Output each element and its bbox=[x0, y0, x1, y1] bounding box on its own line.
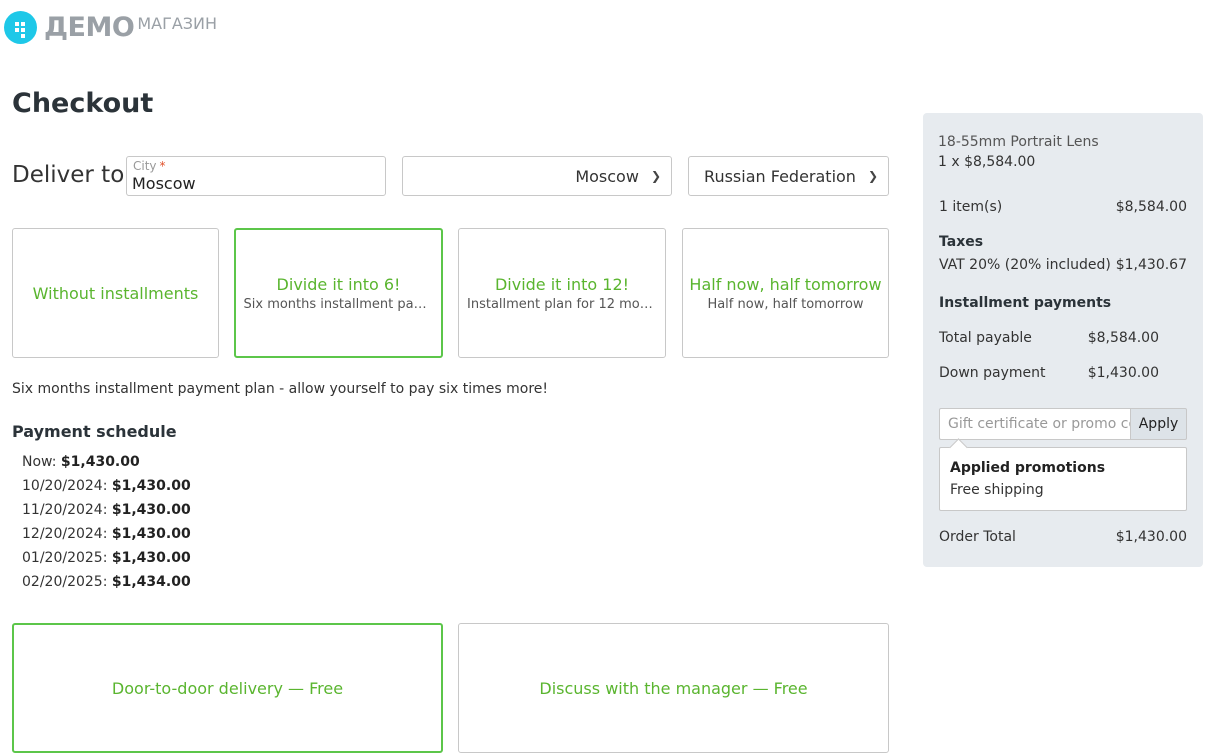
delivery-option-label: Door-to-door delivery — Free bbox=[111, 678, 344, 698]
plan-title: Half now, half tomorrow bbox=[689, 274, 882, 294]
city-select[interactable]: Moscow ❯ bbox=[402, 156, 672, 196]
plan-option-without-installments[interactable]: Without installments bbox=[12, 228, 219, 358]
page-title: Checkout bbox=[12, 88, 154, 119]
schedule-row: 12/20/2024: $1,430.00 bbox=[22, 526, 191, 542]
schedule-row: 02/20/2025: $1,434.00 bbox=[22, 574, 191, 590]
product-quantity: 1 x $8,584.00 bbox=[938, 154, 1036, 170]
payment-schedule-list: Now: $1,430.00 10/20/2024: $1,430.00 11/… bbox=[22, 453, 191, 597]
order-total-row: Order Total $1,430.00 bbox=[939, 529, 1187, 545]
applied-promotion-value: Free shipping bbox=[950, 482, 1044, 498]
vat-label: VAT 20% (20% included) bbox=[939, 257, 1111, 273]
plan-title: Without installments bbox=[32, 283, 199, 303]
vat-value: $1,430.67 bbox=[1115, 257, 1187, 273]
applied-promotions: Applied promotions Free shipping bbox=[939, 447, 1187, 511]
total-payable-row: Total payable $8,584.00 bbox=[939, 330, 1159, 346]
city-field-label: City * bbox=[133, 159, 166, 173]
schedule-row: 10/20/2024: $1,430.00 bbox=[22, 478, 191, 494]
vat-row: VAT 20% (20% included) $1,430.67 bbox=[939, 257, 1187, 273]
city-input-value: Moscow bbox=[132, 174, 196, 193]
apply-button[interactable]: Apply bbox=[1130, 408, 1187, 440]
plan-subtitle: Installment plan for 12 months bbox=[467, 296, 657, 312]
order-summary: 18-55mm Portrait Lens 1 x $8,584.00 1 it… bbox=[923, 113, 1203, 567]
items-value: $8,584.00 bbox=[1115, 199, 1187, 215]
delivery-option-manager[interactable]: Discuss with the manager — Free bbox=[458, 623, 889, 753]
city-input[interactable]: City * Moscow bbox=[126, 156, 386, 196]
order-total-label: Order Total bbox=[939, 529, 1016, 545]
product-name[interactable]: 18-55mm Portrait Lens bbox=[938, 134, 1099, 150]
plan-option-divide-6[interactable]: Divide it into 6! Six months installment… bbox=[234, 228, 443, 358]
installments-heading: Installment payments bbox=[939, 295, 1112, 311]
plan-option-divide-12[interactable]: Divide it into 12! Installment plan for … bbox=[458, 228, 666, 358]
schedule-row: 01/20/2025: $1,430.00 bbox=[22, 550, 191, 566]
schedule-row: 11/20/2024: $1,430.00 bbox=[22, 502, 191, 518]
chevron-down-icon: ❯ bbox=[867, 169, 878, 183]
country-select[interactable]: Russian Federation ❯ bbox=[688, 156, 889, 196]
logo-main-text: ДЕМО bbox=[44, 12, 135, 43]
total-payable-label: Total payable bbox=[939, 330, 1032, 346]
plan-subtitle: Six months installment payment plan bbox=[243, 296, 434, 312]
promo-code-input[interactable]: Gift certificate or promo code bbox=[939, 408, 1130, 440]
store-logo[interactable]: ДЕМО МАГАЗИН bbox=[4, 11, 217, 45]
chevron-down-icon: ❯ bbox=[650, 169, 661, 183]
down-payment-value: $1,430.00 bbox=[1087, 365, 1159, 381]
plan-title: Divide it into 6! bbox=[276, 274, 401, 294]
items-label: 1 item(s) bbox=[939, 199, 1003, 215]
order-total-value: $1,430.00 bbox=[1115, 529, 1187, 545]
city-select-value: Moscow bbox=[575, 166, 639, 186]
plan-subtitle: Half now, half tomorrow bbox=[707, 296, 864, 312]
down-payment-row: Down payment $1,430.00 bbox=[939, 365, 1159, 381]
promo-form: Gift certificate or promo code Apply bbox=[939, 408, 1187, 440]
plan-title: Divide it into 12! bbox=[494, 274, 630, 294]
logo-sub-text: МАГАЗИН bbox=[137, 14, 218, 33]
total-payable-value: $8,584.00 bbox=[1087, 330, 1159, 346]
required-marker: * bbox=[159, 159, 166, 173]
taxes-heading: Taxes bbox=[939, 234, 984, 250]
logo-icon bbox=[4, 11, 37, 44]
plan-option-half-half[interactable]: Half now, half tomorrow Half now, half t… bbox=[682, 228, 889, 358]
schedule-row: Now: $1,430.00 bbox=[22, 454, 140, 470]
deliver-to-label: Deliver to bbox=[12, 162, 125, 188]
applied-promotions-title: Applied promotions bbox=[950, 460, 1106, 476]
delivery-option-label: Discuss with the manager — Free bbox=[539, 678, 808, 698]
country-select-value: Russian Federation bbox=[704, 166, 856, 186]
payment-schedule-title: Payment schedule bbox=[12, 422, 177, 441]
delivery-option-door-to-door[interactable]: Door-to-door delivery — Free bbox=[12, 623, 443, 753]
plan-description: Six months installment payment plan - al… bbox=[12, 381, 549, 397]
items-row: 1 item(s) $8,584.00 bbox=[939, 199, 1187, 215]
down-payment-label: Down payment bbox=[939, 365, 1046, 381]
